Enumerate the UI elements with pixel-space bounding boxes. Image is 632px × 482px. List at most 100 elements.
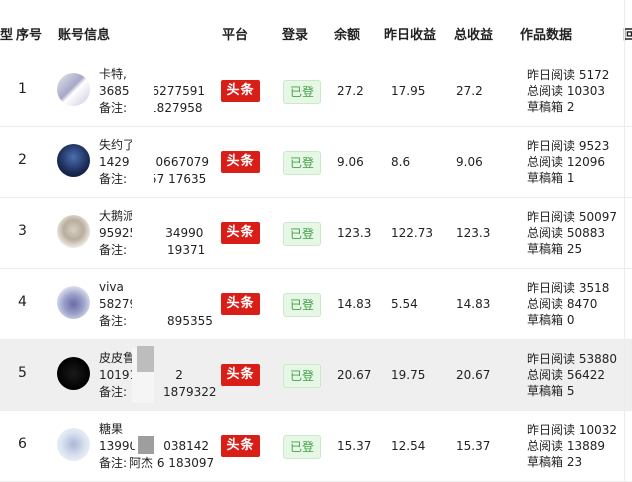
toutiao-logo-icon: 头条 <box>221 80 260 102</box>
balance-value: 123.3 <box>337 226 372 240</box>
balance-value: 27.2 <box>337 84 364 98</box>
account-id: 1429 <box>99 155 130 169</box>
privacy-mask-block <box>137 346 154 372</box>
total-income: 27.2 <box>456 84 483 98</box>
balance-value: 9.06 <box>337 155 364 169</box>
account-info: 糖果 13990 038142 备注: 阿杰 6 183097 <box>99 421 219 472</box>
works-data: 昨日阅读 9523 总阅读 12096 草稿箱 1 <box>527 138 609 186</box>
total-reads: 总阅读 10303 <box>527 84 605 98</box>
drafts: 草稿箱 23 <box>527 455 583 469</box>
table-row[interactable]: 6 糖果 13990 038142 备注: 阿杰 6 183097 头条 已登 15… <box>0 411 632 482</box>
privacy-mask <box>132 277 154 332</box>
login-status-badge[interactable]: 已登 <box>283 80 321 104</box>
works-data: 昨日阅读 50097 总阅读 50883 草稿箱 25 <box>527 209 617 257</box>
account-info: 失约了 1429 0667079 备注: 57 17635 <box>99 137 219 188</box>
account-note: 备注: <box>99 314 128 328</box>
row-index: 1 <box>18 81 27 97</box>
drafts: 草稿箱 1 <box>527 171 575 185</box>
account-note: 备注: <box>99 385 128 399</box>
privacy-mask-block <box>138 436 154 454</box>
drafts: 草稿箱 25 <box>527 242 583 256</box>
account-id-tail: 0667079 <box>155 155 209 169</box>
header-index: 序号 <box>16 28 43 43</box>
total-reads: 总阅读 13889 <box>527 439 605 453</box>
total-reads: 总阅读 50883 <box>527 226 605 240</box>
column-divider <box>624 0 625 482</box>
account-note-tail: 57 17635 <box>149 172 207 186</box>
works-data: 昨日阅读 5172 总阅读 10303 草稿箱 2 <box>527 67 609 115</box>
account-note-tail: 阿杰 6 183097 <box>129 456 215 470</box>
total-income: 9.06 <box>456 155 483 169</box>
yesterday-income: 5.54 <box>391 297 418 311</box>
avatar <box>57 357 90 390</box>
row-index: 3 <box>18 223 27 239</box>
yesterday-reads: 昨日阅读 5172 <box>527 68 610 82</box>
login-status-badge[interactable]: 已登 <box>283 222 321 246</box>
yesterday-reads: 昨日阅读 50097 <box>527 210 617 224</box>
total-income: 15.37 <box>456 439 491 453</box>
works-data: 昨日阅读 10032 总阅读 13889 草稿箱 23 <box>527 422 617 470</box>
login-status-badge[interactable]: 已登 <box>283 435 321 459</box>
account-note: 备注: <box>99 101 128 115</box>
row-index: 2 <box>18 152 27 168</box>
account-note: 备注: <box>99 456 128 470</box>
balance-value: 20.67 <box>337 368 372 382</box>
table-row[interactable]: 5 皮皮鲁 10191 2 备注: 1879322 头条 已登 20.67 19.7… <box>0 340 632 411</box>
works-data: 昨日阅读 3518 总阅读 8470 草稿箱 0 <box>527 280 609 328</box>
total-income: 14.83 <box>456 297 491 311</box>
toutiao-logo-icon: 头条 <box>221 435 260 457</box>
total-reads: 总阅读 12096 <box>527 155 605 169</box>
header-works: 作品数据 <box>520 28 573 43</box>
login-status-badge[interactable]: 已登 <box>283 293 321 317</box>
avatar <box>57 144 90 177</box>
table-row[interactable]: 2 失约了 1429 0667079 备注: 57 17635 头条 已登 9.06… <box>0 127 632 198</box>
account-name: 卡特, <box>99 67 127 81</box>
header-platform: 平台 <box>222 28 249 43</box>
avatar <box>57 215 90 248</box>
account-note-tail: 19371 <box>167 243 206 257</box>
yesterday-income: 122.73 <box>391 226 433 240</box>
account-note-tail: 895355 <box>167 314 213 328</box>
header-account: 账号信息 <box>58 28 111 43</box>
yesterday-reads: 昨日阅读 10032 <box>527 423 617 437</box>
login-status-badge[interactable]: 已登 <box>283 364 321 388</box>
login-status-badge[interactable]: 已登 <box>283 151 321 175</box>
table-row[interactable]: 3 大鹅派 95925 34990 备注: 19371 头条 已登 123.3 12… <box>0 198 632 269</box>
avatar <box>57 428 90 461</box>
account-note-tail: 1827958 <box>149 101 203 115</box>
account-id-tail: 34990 <box>165 226 204 240</box>
avatar <box>57 286 90 319</box>
privacy-mask <box>132 135 154 190</box>
account-info: 皮皮鲁 10191 2 备注: 1879322 <box>99 350 219 401</box>
drafts: 草稿箱 2 <box>527 100 575 114</box>
header-balance: 余额 <box>334 28 361 43</box>
account-info: 卡特, 3685 6277591 备注: 1827958 <box>99 66 219 117</box>
account-name: 大鹅派 <box>99 209 136 223</box>
toutiao-logo-icon: 头条 <box>221 151 260 173</box>
account-note: 备注: <box>99 243 128 257</box>
toutiao-logo-icon: 头条 <box>221 222 260 244</box>
table-row[interactable]: 4 viva 58279 备注: 895355 头条 已登 14.83 5.54 … <box>0 269 632 340</box>
table-header: 型 序号 账号信息 平台 登录 余额 昨日收益 总收益 作品数据 回 <box>0 0 632 57</box>
avatar <box>57 73 90 106</box>
header-total: 总收益 <box>454 28 494 43</box>
balance-value: 15.37 <box>337 439 372 453</box>
yesterday-income: 19.75 <box>391 368 426 382</box>
account-id-tail: 6277591 <box>151 84 205 98</box>
drafts: 草稿箱 0 <box>527 313 575 327</box>
total-income: 20.67 <box>456 368 491 382</box>
account-id-tail: 038142 <box>163 439 209 453</box>
header-left-edge: 型 <box>0 28 14 43</box>
header-login: 登录 <box>282 28 309 43</box>
yesterday-reads: 昨日阅读 3518 <box>527 281 610 295</box>
toutiao-logo-icon: 头条 <box>221 364 260 386</box>
privacy-mask <box>132 64 154 119</box>
account-info: 大鹅派 95925 34990 备注: 19371 <box>99 208 219 259</box>
account-name: viva <box>99 280 124 294</box>
yesterday-reads: 昨日阅读 53880 <box>527 352 617 366</box>
total-reads: 总阅读 56422 <box>527 368 605 382</box>
table-row[interactable]: 1 卡特, 3685 6277591 备注: 1827958 头条 已登 27.2 … <box>0 56 632 127</box>
yesterday-income: 17.95 <box>391 84 426 98</box>
toutiao-logo-icon: 头条 <box>221 293 260 315</box>
balance-value: 14.83 <box>337 297 372 311</box>
